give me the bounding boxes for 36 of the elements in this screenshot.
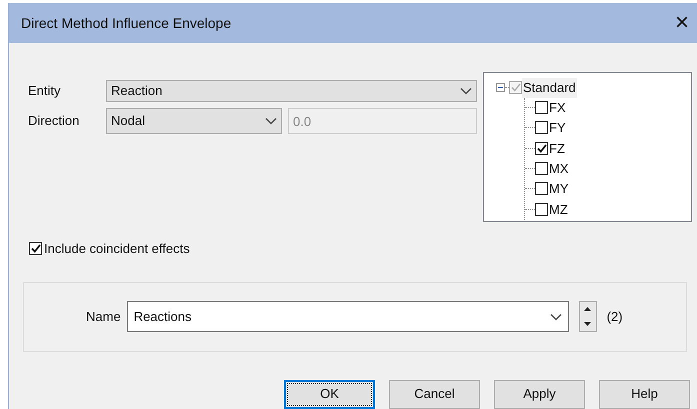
field-label: Entity xyxy=(28,82,62,100)
window-title: Direct Method Influence Envelope xyxy=(21,14,232,33)
dialog-button[interactable]: Cancel xyxy=(389,380,480,408)
close-button[interactable]: × xyxy=(671,11,693,35)
tree-item[interactable]: MX xyxy=(548,158,568,178)
dialog-button[interactable]: Apply xyxy=(494,380,585,408)
down-arrow-icon xyxy=(584,322,592,326)
check-icon xyxy=(30,244,40,254)
direction-dropdown[interactable]: Nodal xyxy=(106,108,282,134)
checkbox[interactable] xyxy=(535,101,548,114)
tree-item[interactable]: MZ xyxy=(548,200,568,220)
tree-item[interactable]: FZ xyxy=(548,138,565,158)
tree-item[interactable]: Standard xyxy=(522,78,577,98)
checkbox[interactable] xyxy=(535,121,548,134)
spin-buttons[interactable] xyxy=(578,301,597,332)
dialog-button[interactable]: OK xyxy=(284,380,375,408)
checkbox-label: Include coincident effects xyxy=(44,240,190,258)
checkbox[interactable] xyxy=(535,142,548,155)
checkbox[interactable] xyxy=(509,81,522,94)
tree-item[interactable]: MY xyxy=(548,179,568,199)
field-label: Direction xyxy=(28,112,80,130)
checkbox[interactable] xyxy=(535,202,548,216)
checkbox[interactable] xyxy=(29,242,42,256)
entity-dropdown[interactable]: Reaction xyxy=(106,80,477,102)
count-label: (2) xyxy=(606,308,623,326)
tree-item[interactable]: FX xyxy=(548,98,566,118)
field-label: Name xyxy=(86,308,121,326)
collapse-icon[interactable] xyxy=(496,83,505,92)
tree-item[interactable]: FY xyxy=(548,118,566,138)
checkbox[interactable] xyxy=(535,162,548,176)
check-icon xyxy=(536,144,546,153)
name-combo-box[interactable]: Reactions xyxy=(126,301,569,332)
dialog-button[interactable]: Help xyxy=(599,380,690,408)
checkbox[interactable] xyxy=(535,182,548,196)
check-icon xyxy=(510,83,520,92)
up-arrow-icon xyxy=(584,307,592,312)
